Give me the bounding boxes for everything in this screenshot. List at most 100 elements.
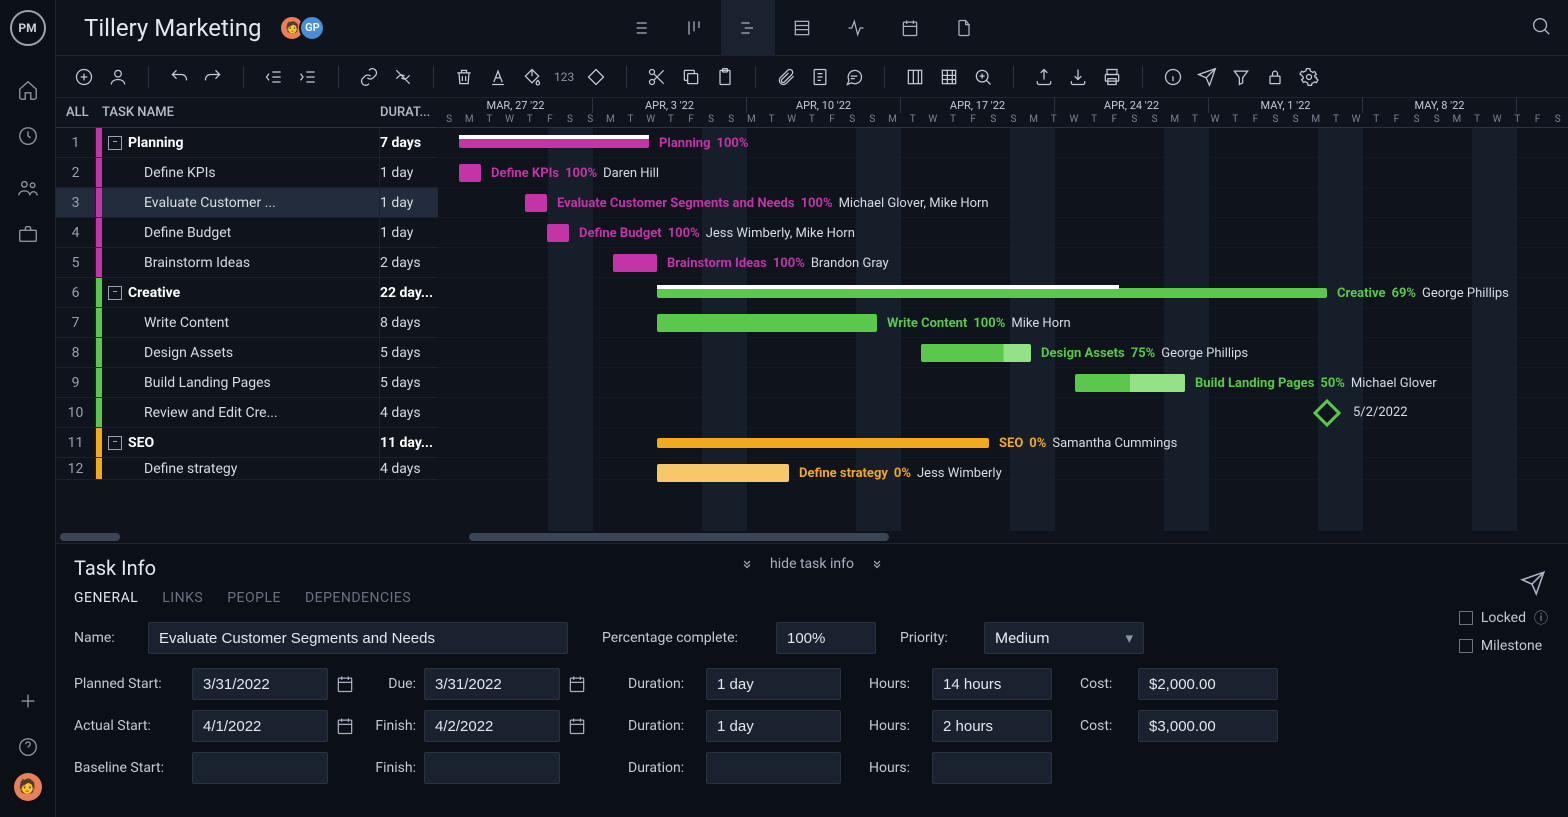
print-icon[interactable] xyxy=(1100,65,1124,89)
gantt-bar[interactable] xyxy=(547,224,569,242)
assign-icon[interactable] xyxy=(106,65,130,89)
gantt-bar[interactable] xyxy=(459,138,649,148)
help-icon[interactable] xyxy=(8,727,48,767)
redo-icon[interactable] xyxy=(201,65,225,89)
view-gantt-icon[interactable] xyxy=(721,0,775,56)
notes-icon[interactable] xyxy=(808,65,832,89)
task-hscroll[interactable] xyxy=(56,531,438,543)
fill-color-icon[interactable] xyxy=(520,65,544,89)
add-icon[interactable] xyxy=(8,681,48,721)
task-row[interactable]: 10Review and Edit Cre...4 days xyxy=(56,398,438,428)
people-icon[interactable] xyxy=(8,168,48,208)
home-icon[interactable] xyxy=(8,70,48,110)
milestone-diamond[interactable] xyxy=(1313,399,1341,427)
view-board-icon[interactable] xyxy=(667,0,721,56)
task-row[interactable]: 3Evaluate Customer ...1 day xyxy=(56,188,438,218)
briefcase-icon[interactable] xyxy=(8,214,48,254)
task-row[interactable]: 11−SEO11 day... xyxy=(56,428,438,458)
due-input[interactable] xyxy=(424,668,560,700)
actual-start-input[interactable] xyxy=(192,710,328,742)
view-list-icon[interactable] xyxy=(613,0,667,56)
tab-people[interactable]: PEOPLE xyxy=(227,590,281,606)
view-activity-icon[interactable] xyxy=(829,0,883,56)
tab-links[interactable]: LINKS xyxy=(162,590,203,606)
add-circle-icon[interactable] xyxy=(72,65,96,89)
collapse-toggle[interactable]: − xyxy=(108,136,122,150)
timeline-hscroll[interactable] xyxy=(439,531,1568,543)
indent-icon[interactable] xyxy=(296,65,320,89)
settings-icon[interactable] xyxy=(1297,65,1321,89)
hours-input[interactable] xyxy=(932,668,1052,700)
task-row[interactable]: 1−Planning7 days xyxy=(56,128,438,158)
avatar-group[interactable]: 🧑 GP xyxy=(285,15,325,41)
pct-input[interactable] xyxy=(776,622,876,654)
gantt-bar[interactable] xyxy=(921,344,1031,362)
calendar-icon[interactable] xyxy=(564,713,590,739)
locked-checkbox[interactable]: Locked ⓘ xyxy=(1459,608,1548,628)
view-calendar-icon[interactable] xyxy=(883,0,937,56)
milestone-checkbox[interactable]: Milestone xyxy=(1459,638,1548,654)
link-icon[interactable] xyxy=(357,65,381,89)
unlink-icon[interactable] xyxy=(391,65,415,89)
baseline-finish-input[interactable] xyxy=(424,752,560,784)
gantt-bar[interactable] xyxy=(459,164,481,182)
clock-icon[interactable] xyxy=(8,116,48,156)
view-sheet-icon[interactable] xyxy=(775,0,829,56)
export-icon[interactable] xyxy=(1032,65,1056,89)
col-duration[interactable]: DURAT... xyxy=(380,105,438,120)
gantt-bar[interactable] xyxy=(657,314,877,332)
filter-icon[interactable] xyxy=(1229,65,1253,89)
copy-icon[interactable] xyxy=(679,65,703,89)
calendar-icon[interactable] xyxy=(564,671,590,697)
gantt-bar[interactable] xyxy=(525,194,547,212)
tab-dependencies[interactable]: DEPENDENCIES xyxy=(305,590,411,606)
name-input[interactable] xyxy=(148,622,568,654)
user-avatar[interactable]: 🧑 xyxy=(14,773,42,801)
avatar[interactable]: GP xyxy=(299,15,325,41)
col-all[interactable]: ALL xyxy=(56,105,96,120)
cut-icon[interactable] xyxy=(645,65,669,89)
hide-task-info-button[interactable]: hide task info xyxy=(740,556,884,572)
finish-input[interactable] xyxy=(424,710,560,742)
duration-input[interactable] xyxy=(706,668,841,700)
baseline-start-input[interactable] xyxy=(192,752,328,784)
gantt-bar[interactable] xyxy=(657,464,789,482)
baseline-hours-input[interactable] xyxy=(932,752,1052,784)
search-icon[interactable] xyxy=(1530,15,1552,41)
calendar-icon[interactable] xyxy=(332,671,358,697)
priority-select[interactable]: Medium▾ xyxy=(984,622,1144,654)
cost2-input[interactable] xyxy=(1138,710,1278,742)
import-icon[interactable] xyxy=(1066,65,1090,89)
columns-icon[interactable] xyxy=(903,65,927,89)
collapse-toggle[interactable]: − xyxy=(108,286,122,300)
task-row[interactable]: 5Brainstorm Ideas2 days xyxy=(56,248,438,278)
comment-icon[interactable] xyxy=(842,65,866,89)
planned-start-input[interactable] xyxy=(192,668,328,700)
milestone-icon[interactable] xyxy=(584,65,608,89)
text-color-icon[interactable] xyxy=(486,65,510,89)
duration2-input[interactable] xyxy=(706,710,841,742)
cost-input[interactable] xyxy=(1138,668,1278,700)
paste-icon[interactable] xyxy=(713,65,737,89)
outdent-icon[interactable] xyxy=(262,65,286,89)
task-row[interactable]: 2Define KPIs1 day xyxy=(56,158,438,188)
attachment-icon[interactable] xyxy=(774,65,798,89)
task-row[interactable]: 4Define Budget1 day xyxy=(56,218,438,248)
send-plane-icon[interactable] xyxy=(1520,570,1546,600)
gantt-bar[interactable] xyxy=(657,438,989,448)
zoom-icon[interactable] xyxy=(971,65,995,89)
undo-icon[interactable] xyxy=(167,65,191,89)
task-row[interactable]: 8Design Assets5 days xyxy=(56,338,438,368)
task-row[interactable]: 6−Creative22 day... xyxy=(56,278,438,308)
task-row[interactable]: 7Write Content8 days xyxy=(56,308,438,338)
grid-icon[interactable] xyxy=(937,65,961,89)
app-logo[interactable]: PM xyxy=(10,10,46,46)
gantt-bar[interactable] xyxy=(657,288,1327,298)
send-icon[interactable] xyxy=(1195,65,1219,89)
col-task-name[interactable]: TASK NAME xyxy=(96,105,380,120)
delete-icon[interactable] xyxy=(452,65,476,89)
tab-general[interactable]: GENERAL xyxy=(74,590,138,606)
lock-icon[interactable] xyxy=(1263,65,1287,89)
calendar-icon[interactable] xyxy=(332,713,358,739)
view-file-icon[interactable] xyxy=(937,0,991,56)
